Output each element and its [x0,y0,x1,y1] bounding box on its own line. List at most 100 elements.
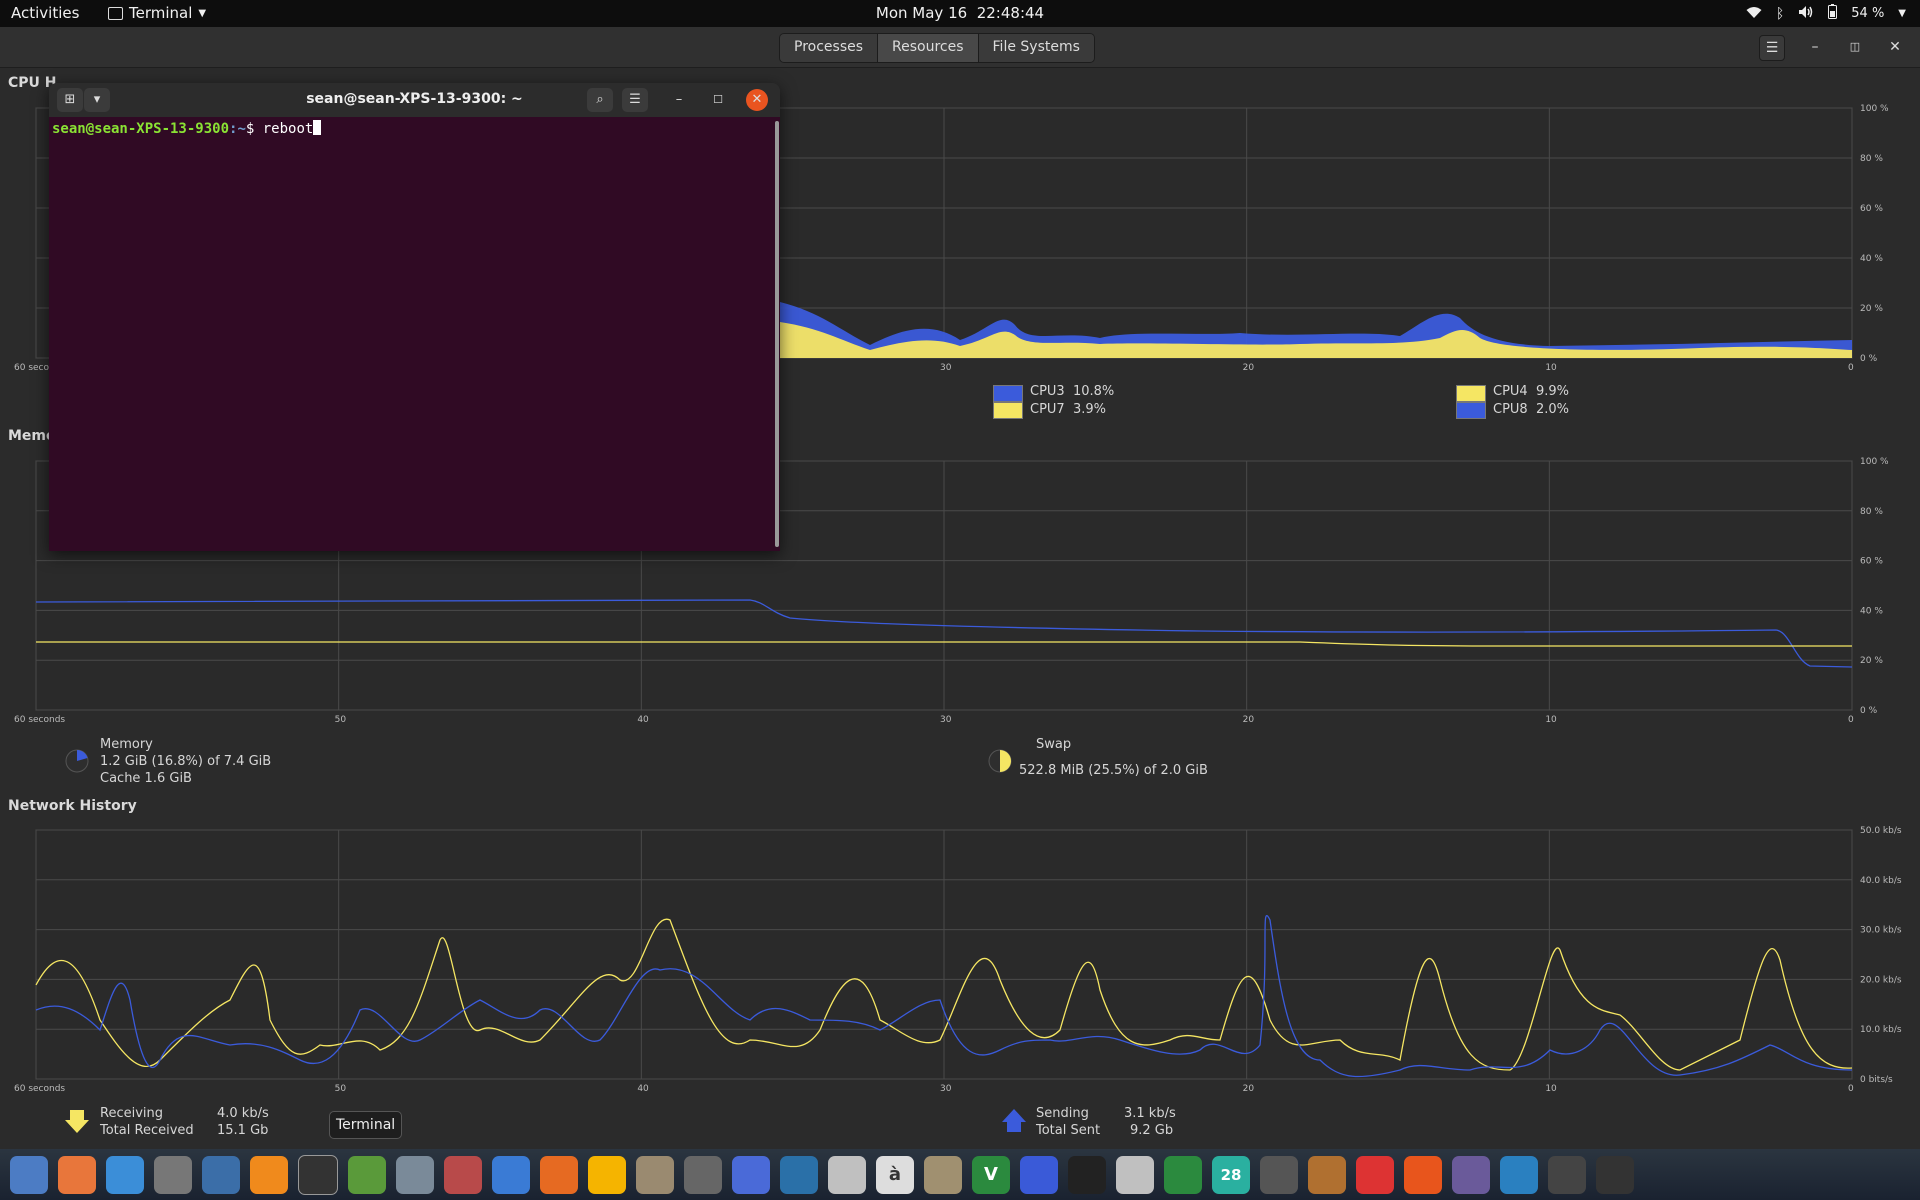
network-y-tick: 20.0 kb/s [1860,975,1902,985]
new-tab-icon[interactable]: ⊞ [57,88,83,112]
network-x-tick: 30 [940,1084,952,1094]
memory-cache: Cache 1.6 GiB [100,771,192,786]
files-icon[interactable] [636,1155,674,1194]
app-grid-icon[interactable] [1596,1155,1634,1194]
search-icon[interactable]: ⌕ [587,88,613,112]
prompt-user: sean@sean-XPS-13-9300 [52,121,230,137]
pdf-icon[interactable] [1116,1155,1154,1194]
minimize-icon[interactable]: – [666,88,692,112]
game-icon[interactable] [1308,1155,1346,1194]
network-x-tick: 20 [1243,1084,1255,1094]
chevron-down-icon[interactable]: ▾ [84,88,110,112]
character-map-icon[interactable]: à [876,1155,914,1194]
terminal-prompt-line: sean@sean-XPS-13-9300:~$ reboot [52,120,322,137]
dock: à V 28 [0,1149,1920,1200]
memory-y-tick: 80 % [1860,507,1883,517]
cpu4-label: CPU4 9.9% [1493,384,1569,399]
download-arrow-icon[interactable] [64,1108,90,1134]
memory-x-tick: 50 [335,715,347,725]
maximize-icon[interactable]: ☐ [705,88,731,112]
alert-icon[interactable] [1356,1155,1394,1194]
cpu3-swatch[interactable] [993,385,1023,402]
tasks-icon[interactable] [732,1155,770,1194]
graph-icon[interactable] [444,1155,482,1194]
total-sent-label: Total Sent [1036,1123,1101,1138]
network-x-tick: 50 [335,1084,347,1094]
network-y-tick: 40.0 kb/s [1860,876,1902,886]
network-y-tick: 0 bits/s [1860,1075,1893,1085]
total-received-label: Total Received [100,1123,194,1138]
receiving-value: 4.0 kb/s [217,1106,269,1121]
scanner-icon[interactable] [828,1155,866,1194]
settings-icon[interactable] [154,1155,192,1194]
upload-arrow-icon[interactable] [1001,1108,1027,1134]
cpu-y-tick: 60 % [1860,204,1883,214]
total-sent-value: 9.2 Gb [1130,1123,1174,1138]
cpu-y-tick: 40 % [1860,254,1883,264]
spreadsheet-icon[interactable] [1164,1155,1202,1194]
calendar-icon[interactable]: 28 [1212,1155,1250,1194]
terminal-header[interactable]: ⊞ ▾ sean@sean-XPS-13-9300: ~ ⌕ ☰ – ☐ ✕ [49,83,780,117]
cpu-y-tick: 20 % [1860,304,1883,314]
vlc-icon[interactable] [250,1155,288,1194]
text-cursor [313,120,322,135]
accessories-icon[interactable] [1548,1155,1586,1194]
swap-pie-icon[interactable] [987,748,1013,774]
system-monitor-icon[interactable] [10,1155,48,1194]
camera-icon[interactable] [1452,1155,1490,1194]
text-editor-icon[interactable] [492,1155,530,1194]
terminal-icon[interactable] [298,1154,338,1195]
font-icon[interactable] [780,1155,818,1194]
memory-x-tick: 30 [940,715,952,725]
sending-label: Sending [1036,1106,1089,1121]
terminal-body[interactable]: sean@sean-XPS-13-9300:~$ reboot [49,117,780,551]
calculator-icon[interactable] [588,1155,626,1194]
mouse-icon[interactable] [1260,1155,1298,1194]
close-icon[interactable]: ✕ [746,89,768,111]
total-received-value: 15.1 Gb [217,1123,269,1138]
memory-pie-icon[interactable] [64,748,90,774]
cpu4-swatch[interactable] [1456,385,1486,402]
memory-usage: 1.2 GiB (16.8%) of 7.4 GiB [100,754,272,769]
memory-x-tick: 10 [1545,715,1557,725]
vim-icon[interactable]: V [972,1155,1010,1194]
disc-icon[interactable] [684,1155,722,1194]
hamburger-menu-icon[interactable]: ☰ [622,88,648,112]
puzzle-icon[interactable] [348,1155,386,1194]
cpu7-label: CPU7 3.9% [1030,402,1106,417]
firefox-icon[interactable] [58,1155,96,1194]
prompt-path: :~ [229,121,246,137]
cpu8-swatch[interactable] [1456,402,1486,419]
cpu7-swatch[interactable] [993,402,1023,419]
cpu-y-tick: 0 % [1860,354,1878,364]
receiving-label: Receiving [100,1106,164,1121]
cpu-x-tick: 0 [1848,363,1854,373]
network-y-tick: 30.0 kb/s [1860,926,1902,936]
memory-y-tick: 0 % [1860,706,1878,716]
cpu8-label: CPU8 2.0% [1493,402,1569,417]
cpu-x-tick: 10 [1545,363,1557,373]
memory-x-tick: 60 seconds [14,715,65,725]
cpu-y-tick: 100 % [1860,104,1889,114]
memory-x-tick: 0 [1848,715,1854,725]
memory-x-tick: 40 [637,715,649,725]
update-icon[interactable] [1404,1155,1442,1194]
cpu3-label: CPU3 10.8% [1030,384,1115,399]
help-icon[interactable] [106,1155,144,1194]
network-history-title: Network History [8,798,137,814]
network-x-tick: 60 seconds [14,1084,65,1094]
sending-value: 3.1 kb/s [1124,1106,1176,1121]
terminal-scrollbar[interactable] [775,121,779,547]
terminal-window[interactable]: ⊞ ▾ sean@sean-XPS-13-9300: ~ ⌕ ☰ – ☐ ✕ s… [49,83,780,551]
archive-icon[interactable] [924,1155,962,1194]
document-viewer-icon[interactable] [202,1155,240,1194]
terminal-command: reboot [262,121,314,137]
image-viewer-icon[interactable] [396,1155,434,1194]
cpu-y-tick: 80 % [1860,154,1883,164]
screenshot-icon[interactable] [1020,1155,1058,1194]
swap-label: Swap [1036,737,1072,752]
software-center-icon[interactable] [540,1155,578,1194]
music-icon[interactable] [1068,1155,1106,1194]
store-icon[interactable] [1500,1155,1538,1194]
memory-x-tick: 20 [1243,715,1255,725]
